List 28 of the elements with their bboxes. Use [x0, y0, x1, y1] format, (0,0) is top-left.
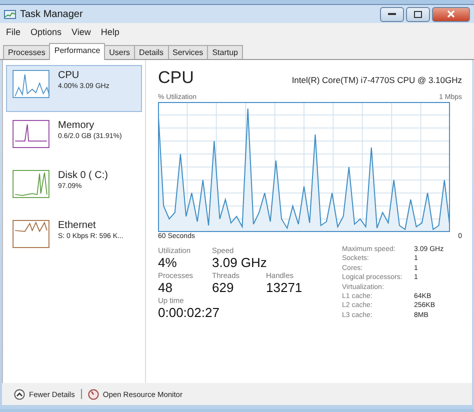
maximize-button[interactable] [406, 6, 430, 22]
close-button[interactable] [432, 6, 470, 22]
stat-value: 48 [158, 280, 174, 295]
cpu-model: Intel(R) Core(TM) i7-4770S CPU @ 3.10GHz [292, 75, 462, 85]
chevron-up-icon [14, 388, 25, 400]
stat-value: 13271 [266, 280, 304, 295]
tab[interactable]: Performance [49, 43, 106, 60]
menu-item[interactable]: File [6, 27, 21, 37]
stat-value: 4% [158, 255, 178, 270]
menu-item[interactable]: Help [100, 27, 120, 37]
stat-value: 629 [212, 280, 235, 295]
menu-item[interactable]: View [72, 27, 91, 37]
window-title: Task Manager [20, 8, 83, 20]
panel-title: CPU [158, 68, 194, 88]
tab[interactable]: Users [104, 45, 136, 59]
minimize-button[interactable] [380, 6, 404, 22]
tab[interactable]: Startup [207, 45, 243, 59]
tab[interactable]: Services [168, 45, 208, 59]
maximize-icon [414, 10, 422, 18]
gauge-icon [88, 388, 99, 400]
close-icon [447, 10, 455, 18]
app-icon [4, 10, 16, 18]
tab[interactable]: Details [134, 45, 168, 59]
stat-value: 0:00:02:27 [158, 305, 220, 320]
stat-value: 3.09 GHz [212, 255, 268, 270]
minimize-icon [388, 12, 396, 16]
tab[interactable]: Processes [3, 45, 50, 59]
menu-item[interactable]: Options [30, 27, 62, 37]
